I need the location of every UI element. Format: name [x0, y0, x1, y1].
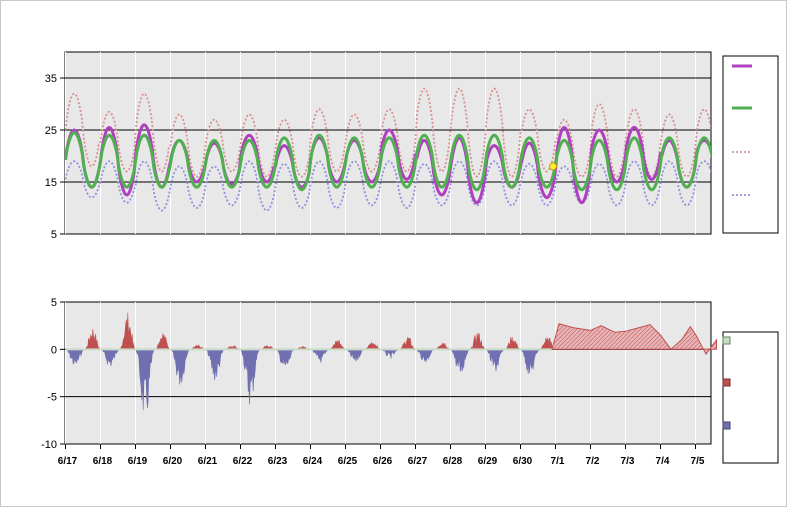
legend-swatch-positive	[722, 378, 731, 387]
date-x-axis: 6/17 6/18 6/19 6/20 6/21 6/22 6/23 6/24 6/25 6/26…	[58, 444, 705, 467]
chart-frame: 5 15 25 35 -10 -5 0 5 6/17 6/18 6/19 6/20 6/21 6/22…	[0, 0, 787, 507]
legend-swatch-neutral	[722, 336, 731, 345]
y-tick-label: 25	[45, 125, 57, 137]
legend-swatch-negative	[722, 421, 731, 430]
current-point-marker	[549, 162, 558, 171]
temperature-y-axis: 5 15 25 35	[45, 73, 65, 241]
x-tick-label: 6/29	[478, 456, 498, 467]
difference-y-axis: -10 -5 0 5	[41, 297, 65, 451]
x-tick-label: 6/27	[408, 456, 428, 467]
y-tick-label: 0	[51, 344, 57, 356]
x-tick-label: 6/18	[93, 456, 113, 467]
temperature-legend	[722, 55, 779, 234]
y-tick-label: -5	[47, 392, 57, 404]
x-tick-label: 6/21	[198, 456, 218, 467]
x-tick-label: 6/22	[233, 456, 253, 467]
x-tick-label: 6/17	[58, 456, 78, 467]
x-tick-label: 6/20	[163, 456, 183, 467]
x-tick-label: 6/19	[128, 456, 148, 467]
x-tick-label: 7/4	[656, 456, 670, 467]
y-tick-label: -10	[41, 439, 57, 451]
y-tick-label: 35	[45, 73, 57, 85]
y-tick-label: 15	[45, 177, 57, 189]
x-tick-label: 6/26	[373, 456, 393, 467]
x-tick-label: 6/25	[338, 456, 358, 467]
difference-legend	[722, 331, 779, 464]
x-tick-label: 6/23	[268, 456, 288, 467]
x-tick-label: 7/3	[621, 456, 635, 467]
chart-canvas: 5 15 25 35 -10 -5 0 5 6/17 6/18 6/19 6/20 6/21 6/22…	[41, 51, 779, 467]
x-tick-label: 7/5	[691, 456, 705, 467]
y-tick-label: 5	[51, 229, 57, 241]
difference-plot-area	[64, 301, 712, 445]
x-tick-label: 6/30	[513, 456, 533, 467]
x-tick-label: 7/1	[551, 456, 565, 467]
x-tick-label: 7/2	[586, 456, 600, 467]
x-tick-label: 6/28	[443, 456, 463, 467]
temperature-plot-area	[64, 51, 712, 235]
y-tick-label: 5	[51, 297, 57, 309]
x-tick-label: 6/24	[303, 456, 323, 467]
